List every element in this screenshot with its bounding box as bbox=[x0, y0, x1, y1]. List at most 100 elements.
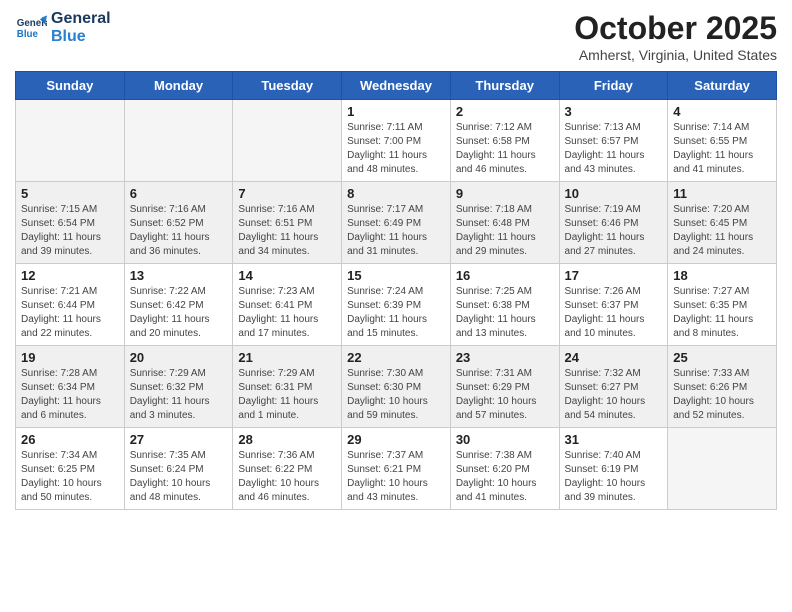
calendar-day-cell: 22 Sunrise: 7:30 AMSunset: 6:30 PMDayligh… bbox=[342, 346, 451, 428]
day-number: 16 bbox=[456, 268, 554, 283]
calendar-day-cell: 21 Sunrise: 7:29 AMSunset: 6:31 PMDayligh… bbox=[233, 346, 342, 428]
calendar-day-cell: 12Sunrise: 7:21 AMSunset: 6:44 PMDayligh… bbox=[16, 264, 125, 346]
weekday-header-thursday: Thursday bbox=[450, 72, 559, 100]
day-info: Sunrise: 7:22 AMSunset: 6:42 PMDaylight:… bbox=[130, 285, 228, 341]
calendar-day-cell: 26Sunrise: 7:34 AMSunset: 6:25 PMDayligh… bbox=[16, 428, 125, 510]
day-info: Sunrise: 7:12 AMSunset: 6:58 PMDaylight:… bbox=[456, 121, 554, 177]
svg-text:Blue: Blue bbox=[17, 28, 39, 39]
calendar-day-cell: 8 Sunrise: 7:17 AMSunset: 6:49 PMDaylight… bbox=[342, 182, 451, 264]
calendar-day-cell: 18 Sunrise: 7:27 AMSunset: 6:35 PMDayligh… bbox=[668, 264, 777, 346]
weekday-header-friday: Friday bbox=[559, 72, 668, 100]
day-info: Sunrise: 7:34 AMSunset: 6:25 PMDaylight:… bbox=[21, 449, 119, 505]
day-info: Sunrise: 7:29 AMSunset: 6:32 PMDaylight:… bbox=[130, 367, 228, 423]
day-info: Sunrise: 7:23 AMSunset: 6:41 PMDaylight:… bbox=[238, 285, 336, 341]
calendar-day-cell: 10 Sunrise: 7:19 AMSunset: 6:46 PMDayligh… bbox=[559, 182, 668, 264]
calendar-week-row: 26Sunrise: 7:34 AMSunset: 6:25 PMDayligh… bbox=[16, 428, 777, 510]
calendar-day-cell: 29Sunrise: 7:37 AMSunset: 6:21 PMDayligh… bbox=[342, 428, 451, 510]
day-info: Sunrise: 7:17 AMSunset: 6:49 PMDaylight:… bbox=[347, 203, 445, 259]
calendar-day-cell: 20 Sunrise: 7:29 AMSunset: 6:32 PMDayligh… bbox=[124, 346, 233, 428]
calendar-day-cell: 7 Sunrise: 7:16 AMSunset: 6:51 PMDaylight… bbox=[233, 182, 342, 264]
day-number: 20 bbox=[130, 350, 228, 365]
day-info: Sunrise: 7:27 AMSunset: 6:35 PMDaylight:… bbox=[673, 285, 771, 341]
logo-line1: General bbox=[51, 10, 111, 28]
calendar-day-cell: 24 Sunrise: 7:32 AMSunset: 6:27 PMDayligh… bbox=[559, 346, 668, 428]
calendar-day-cell: 14 Sunrise: 7:23 AMSunset: 6:41 PMDayligh… bbox=[233, 264, 342, 346]
calendar-day-cell: 16 Sunrise: 7:25 AMSunset: 6:38 PMDayligh… bbox=[450, 264, 559, 346]
day-info: Sunrise: 7:13 AMSunset: 6:57 PMDaylight:… bbox=[565, 121, 663, 177]
calendar-day-cell bbox=[16, 100, 125, 182]
day-number: 2 bbox=[456, 104, 554, 119]
day-info: Sunrise: 7:38 AMSunset: 6:20 PMDaylight:… bbox=[456, 449, 554, 505]
day-number: 1 bbox=[347, 104, 445, 119]
calendar-day-cell: 11Sunrise: 7:20 AMSunset: 6:45 PMDayligh… bbox=[668, 182, 777, 264]
day-number: 25 bbox=[673, 350, 771, 365]
day-number: 18 bbox=[673, 268, 771, 283]
logo: General Blue General Blue bbox=[15, 10, 111, 45]
weekday-header-row: SundayMondayTuesdayWednesdayThursdayFrid… bbox=[16, 72, 777, 100]
day-number: 8 bbox=[347, 186, 445, 201]
calendar-day-cell: 17 Sunrise: 7:26 AMSunset: 6:37 PMDayligh… bbox=[559, 264, 668, 346]
day-info: Sunrise: 7:33 AMSunset: 6:26 PMDaylight:… bbox=[673, 367, 771, 423]
day-number: 17 bbox=[565, 268, 663, 283]
day-info: Sunrise: 7:16 AMSunset: 6:52 PMDaylight:… bbox=[130, 203, 228, 259]
day-number: 23 bbox=[456, 350, 554, 365]
day-info: Sunrise: 7:24 AMSunset: 6:39 PMDaylight:… bbox=[347, 285, 445, 341]
calendar-table: SundayMondayTuesdayWednesdayThursdayFrid… bbox=[15, 71, 777, 510]
calendar-week-row: 1 Sunrise: 7:11 AMSunset: 7:00 PMDaylight… bbox=[16, 100, 777, 182]
day-number: 30 bbox=[456, 432, 554, 447]
calendar-week-row: 19 Sunrise: 7:28 AMSunset: 6:34 PMDayligh… bbox=[16, 346, 777, 428]
calendar-day-cell: 5Sunrise: 7:15 AMSunset: 6:54 PMDaylight… bbox=[16, 182, 125, 264]
calendar-day-cell: 30 Sunrise: 7:38 AMSunset: 6:20 PMDayligh… bbox=[450, 428, 559, 510]
page-header: General Blue General Blue October 2025 A… bbox=[15, 10, 777, 63]
calendar-day-cell: 31Sunrise: 7:40 AMSunset: 6:19 PMDayligh… bbox=[559, 428, 668, 510]
calendar-week-row: 12Sunrise: 7:21 AMSunset: 6:44 PMDayligh… bbox=[16, 264, 777, 346]
calendar-day-cell: 9Sunrise: 7:18 AMSunset: 6:48 PMDaylight… bbox=[450, 182, 559, 264]
day-info: Sunrise: 7:36 AMSunset: 6:22 PMDaylight:… bbox=[238, 449, 336, 505]
day-number: 5 bbox=[21, 186, 119, 201]
calendar-day-cell: 28 Sunrise: 7:36 AMSunset: 6:22 PMDayligh… bbox=[233, 428, 342, 510]
day-number: 3 bbox=[565, 104, 663, 119]
day-info: Sunrise: 7:16 AMSunset: 6:51 PMDaylight:… bbox=[238, 203, 336, 259]
calendar-day-cell: 1 Sunrise: 7:11 AMSunset: 7:00 PMDaylight… bbox=[342, 100, 451, 182]
day-info: Sunrise: 7:32 AMSunset: 6:27 PMDaylight:… bbox=[565, 367, 663, 423]
weekday-header-wednesday: Wednesday bbox=[342, 72, 451, 100]
calendar-day-cell: 27 Sunrise: 7:35 AMSunset: 6:24 PMDayligh… bbox=[124, 428, 233, 510]
logo-icon: General Blue bbox=[15, 12, 47, 44]
day-info: Sunrise: 7:28 AMSunset: 6:34 PMDaylight:… bbox=[21, 367, 119, 423]
day-info: Sunrise: 7:14 AMSunset: 6:55 PMDaylight:… bbox=[673, 121, 771, 177]
day-number: 21 bbox=[238, 350, 336, 365]
day-info: Sunrise: 7:29 AMSunset: 6:31 PMDaylight:… bbox=[238, 367, 336, 423]
day-info: Sunrise: 7:25 AMSunset: 6:38 PMDaylight:… bbox=[456, 285, 554, 341]
day-number: 27 bbox=[130, 432, 228, 447]
day-number: 7 bbox=[238, 186, 336, 201]
logo-line2: Blue bbox=[51, 28, 111, 46]
calendar-day-cell: 13 Sunrise: 7:22 AMSunset: 6:42 PMDayligh… bbox=[124, 264, 233, 346]
day-number: 4 bbox=[673, 104, 771, 119]
weekday-header-tuesday: Tuesday bbox=[233, 72, 342, 100]
day-info: Sunrise: 7:20 AMSunset: 6:45 PMDaylight:… bbox=[673, 203, 771, 259]
calendar-day-cell: 25 Sunrise: 7:33 AMSunset: 6:26 PMDayligh… bbox=[668, 346, 777, 428]
calendar-day-cell: 6Sunrise: 7:16 AMSunset: 6:52 PMDaylight… bbox=[124, 182, 233, 264]
day-info: Sunrise: 7:30 AMSunset: 6:30 PMDaylight:… bbox=[347, 367, 445, 423]
day-number: 24 bbox=[565, 350, 663, 365]
day-info: Sunrise: 7:19 AMSunset: 6:46 PMDaylight:… bbox=[565, 203, 663, 259]
calendar-day-cell: 19 Sunrise: 7:28 AMSunset: 6:34 PMDayligh… bbox=[16, 346, 125, 428]
day-info: Sunrise: 7:35 AMSunset: 6:24 PMDaylight:… bbox=[130, 449, 228, 505]
day-number: 10 bbox=[565, 186, 663, 201]
calendar-day-cell: 2 Sunrise: 7:12 AMSunset: 6:58 PMDaylight… bbox=[450, 100, 559, 182]
weekday-header-sunday: Sunday bbox=[16, 72, 125, 100]
day-info: Sunrise: 7:11 AMSunset: 7:00 PMDaylight:… bbox=[347, 121, 445, 177]
calendar-day-cell: 15 Sunrise: 7:24 AMSunset: 6:39 PMDayligh… bbox=[342, 264, 451, 346]
month-title: October 2025 bbox=[574, 10, 777, 47]
day-number: 14 bbox=[238, 268, 336, 283]
calendar-day-cell bbox=[233, 100, 342, 182]
day-number: 13 bbox=[130, 268, 228, 283]
day-info: Sunrise: 7:26 AMSunset: 6:37 PMDaylight:… bbox=[565, 285, 663, 341]
day-number: 22 bbox=[347, 350, 445, 365]
day-number: 28 bbox=[238, 432, 336, 447]
day-info: Sunrise: 7:21 AMSunset: 6:44 PMDaylight:… bbox=[21, 285, 119, 341]
day-info: Sunrise: 7:18 AMSunset: 6:48 PMDaylight:… bbox=[456, 203, 554, 259]
day-number: 15 bbox=[347, 268, 445, 283]
calendar-day-cell bbox=[124, 100, 233, 182]
day-number: 19 bbox=[21, 350, 119, 365]
